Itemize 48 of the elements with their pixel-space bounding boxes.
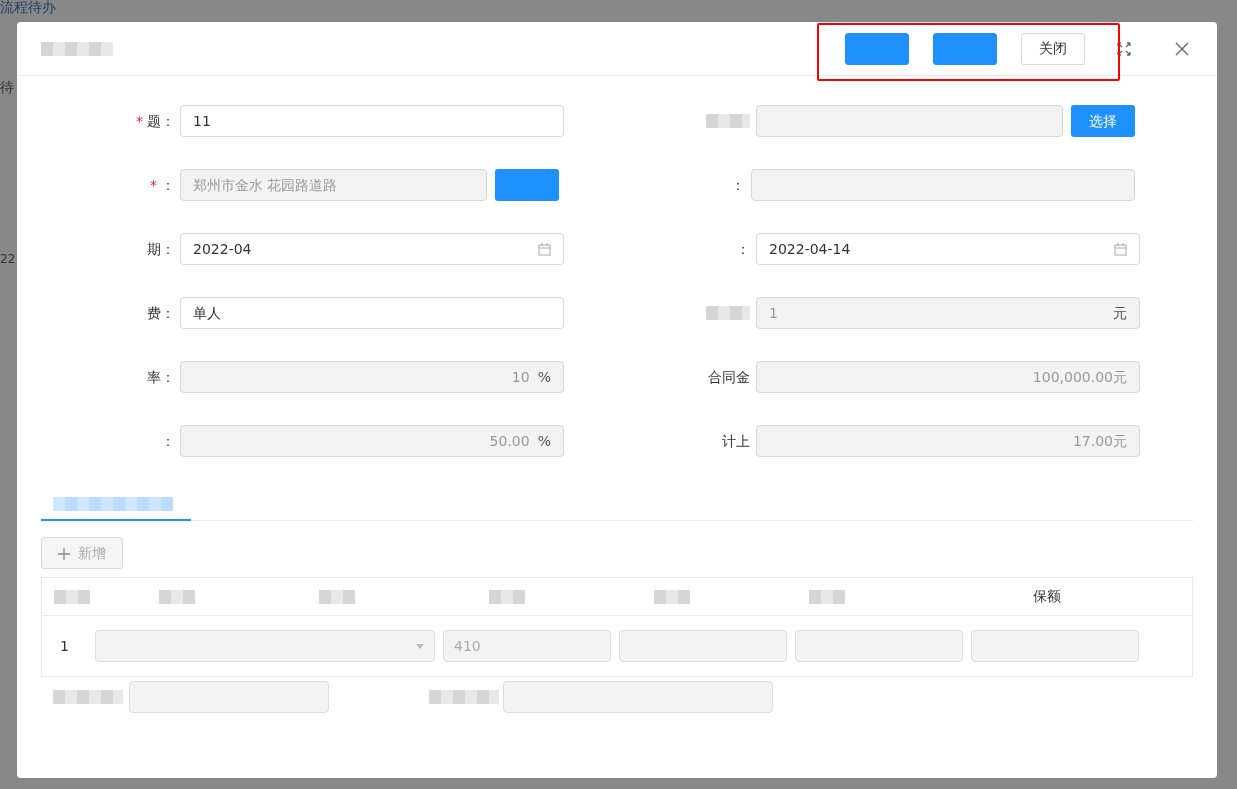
field-label: ： xyxy=(736,239,750,259)
field-label: 计上 xyxy=(722,431,750,451)
redacted-text xyxy=(706,114,750,128)
field-label: 题： xyxy=(147,111,175,131)
date-field[interactable]: 2022-04-14 xyxy=(756,233,1140,265)
input-field[interactable]: 单人 xyxy=(180,297,564,329)
redacted-text xyxy=(429,690,499,704)
redacted-text xyxy=(654,589,690,604)
input-field[interactable] xyxy=(129,681,329,713)
plus-icon xyxy=(58,547,70,560)
field-label: 费： xyxy=(147,303,175,323)
input-field[interactable]: 11 xyxy=(180,105,564,137)
input-field[interactable] xyxy=(503,681,773,713)
close-icon[interactable] xyxy=(1175,41,1189,56)
table-cell-text: 22 xyxy=(0,251,16,268)
field-label: ： xyxy=(161,431,175,451)
fullscreen-icon[interactable] xyxy=(1117,41,1131,56)
select-field[interactable] xyxy=(95,630,435,662)
calendar-icon[interactable] xyxy=(538,242,551,256)
select-button[interactable] xyxy=(495,169,559,201)
required-mark: * xyxy=(150,175,157,195)
field-label: 合同金 xyxy=(708,367,750,387)
input-field[interactable] xyxy=(795,630,963,662)
calendar-icon[interactable] xyxy=(1114,242,1127,256)
redacted-text xyxy=(809,589,845,604)
redacted-text xyxy=(54,589,90,604)
page-title: 流程待办 xyxy=(0,0,56,17)
field-label: ： xyxy=(731,175,745,195)
column-header: 保额 xyxy=(1033,587,1061,606)
redacted-text xyxy=(41,41,113,56)
field-label: ： xyxy=(161,175,175,195)
field-label: 期： xyxy=(147,239,175,259)
input-field[interactable] xyxy=(619,630,787,662)
date-field[interactable]: 2022-04 xyxy=(180,233,564,265)
input-field[interactable] xyxy=(971,630,1139,662)
redacted-text xyxy=(489,589,525,604)
redacted-text xyxy=(53,690,123,704)
redacted-text xyxy=(159,589,195,604)
tab-label: 待 xyxy=(0,78,14,97)
action-button[interactable] xyxy=(933,32,997,65)
close-button[interactable]: 关闭 xyxy=(1021,32,1085,65)
redacted-text xyxy=(319,589,355,604)
row-number: 1 xyxy=(59,636,70,656)
field-label: 率： xyxy=(147,367,175,387)
required-mark: * xyxy=(136,111,143,131)
action-button[interactable] xyxy=(845,32,909,65)
redacted-text xyxy=(706,306,750,320)
caret-icon xyxy=(416,643,424,649)
